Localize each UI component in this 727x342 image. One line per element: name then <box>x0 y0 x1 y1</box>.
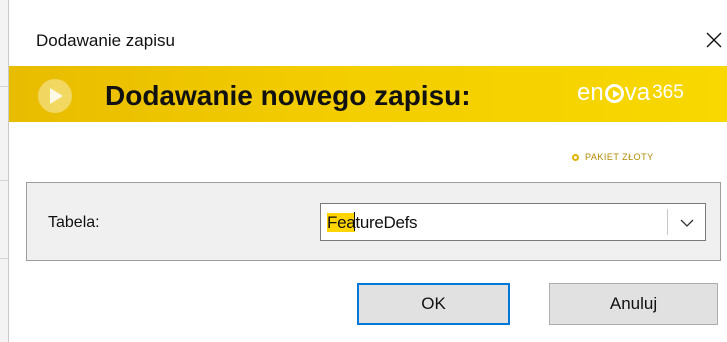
play-icon <box>38 79 72 113</box>
strip-divider <box>0 180 8 181</box>
close-icon <box>706 32 722 48</box>
combo-dropdown-button[interactable] <box>677 214 697 232</box>
banner-title: Dodawanie nowego zapisu: <box>105 80 471 111</box>
table-label: Tabela: <box>48 214 100 231</box>
background-window-edge <box>0 0 9 342</box>
package-badge: PAKIET ZŁOTY <box>572 152 654 162</box>
brand-suffix: va <box>624 79 651 106</box>
brand-number: 365 <box>652 82 684 103</box>
enova-logo-icon: en va 365 <box>577 79 684 107</box>
combo-separator <box>667 209 668 235</box>
combo-value-rest: tureDefs <box>355 213 418 232</box>
strip-divider <box>0 86 8 87</box>
ok-button[interactable]: OK <box>357 283 510 325</box>
chevron-down-icon <box>680 219 694 227</box>
cancel-button[interactable]: Anuluj <box>549 283 718 325</box>
close-button[interactable] <box>696 22 727 58</box>
brand-prefix: en <box>577 79 604 106</box>
pakiet-circle-icon <box>572 153 579 161</box>
table-combobox[interactable]: FeatureDefs <box>320 203 706 241</box>
package-label: PAKIET ZŁOTY <box>585 152 654 162</box>
brand-o-mark <box>604 83 624 103</box>
header-banner: Dodawanie nowego zapisu: en va 365 <box>9 66 727 122</box>
strip-divider <box>0 258 8 259</box>
combo-value[interactable]: FeatureDefs <box>327 212 418 233</box>
form-panel: Tabela: FeatureDefs <box>26 182 721 261</box>
dialog-title: Dodawanie zapisu <box>36 31 175 50</box>
combo-value-highlight: Fea <box>327 213 356 232</box>
